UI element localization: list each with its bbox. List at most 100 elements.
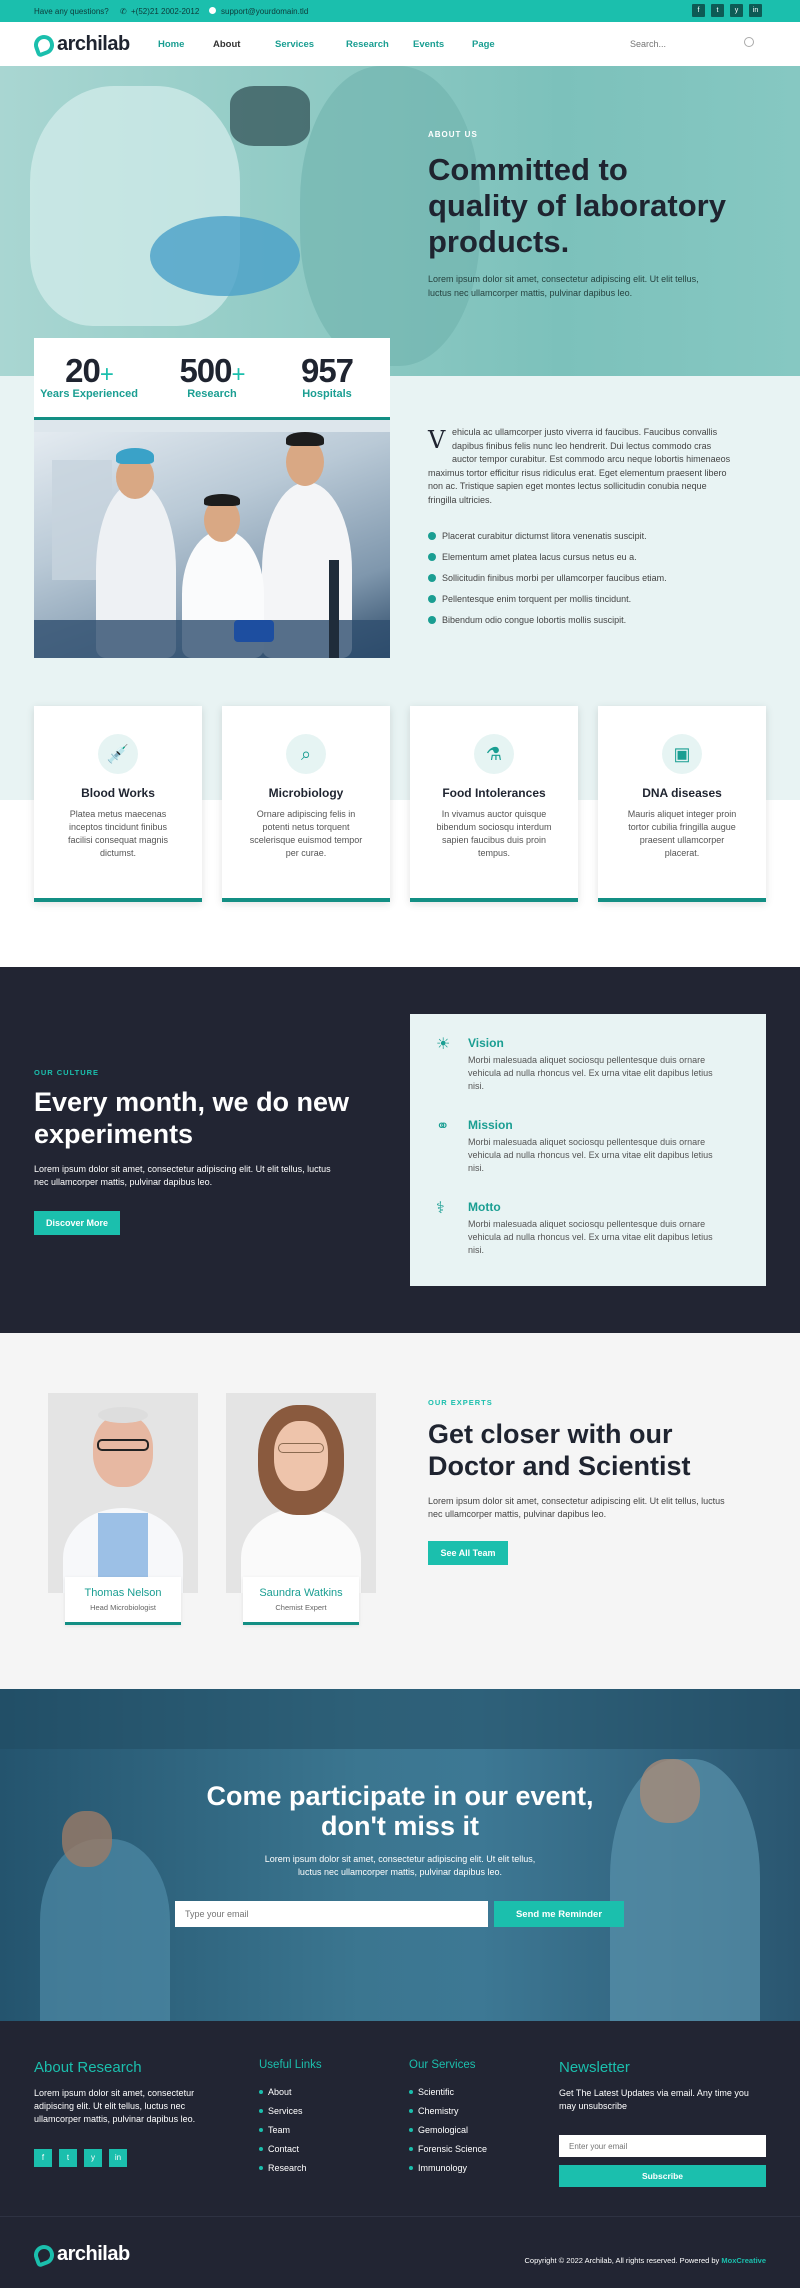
syringe-icon: 💉 xyxy=(98,734,138,774)
event-email-input[interactable] xyxy=(175,1901,488,1927)
team-card-thomas[interactable]: Thomas Nelson Head Microbiologist xyxy=(65,1577,181,1625)
experts-title-line: Doctor and Scientist xyxy=(428,1451,691,1481)
footer-facebook-icon[interactable]: f xyxy=(34,2149,52,2167)
service-text: Platea metus maecenas inceptos tincidunt … xyxy=(54,808,182,860)
event-text-line: luctus nec ullamcorper mattis, pulvinar … xyxy=(297,1867,503,1877)
powered-by-link[interactable]: MoxCreative xyxy=(721,2256,766,2265)
newsletter-line: may unsubscribe xyxy=(559,2101,628,2111)
nav-about[interactable]: About xyxy=(213,39,240,50)
linkedin-icon[interactable]: in xyxy=(749,4,762,17)
footer-link[interactable]: Team xyxy=(259,2125,307,2135)
service-card-microbiology[interactable]: ⌕ Microbiology Ornare adipiscing felis i… xyxy=(222,706,390,902)
nav-research[interactable]: Research xyxy=(346,39,389,50)
service-line: dictumst. xyxy=(99,848,136,858)
facebook-icon[interactable]: f xyxy=(692,4,705,17)
team-role: Head Microbiologist xyxy=(90,1603,156,1612)
check-item: Elementum amet platea lacus cursus netus… xyxy=(428,552,667,562)
footer-links-list: About Services Team Contact Research xyxy=(259,2087,307,2182)
footer-link[interactable]: Research xyxy=(259,2163,307,2173)
logo[interactable]: archilab xyxy=(31,31,130,58)
hero-text: Lorem ipsum dolor sit amet, consectetur … xyxy=(428,272,699,300)
about-line: fringilla ultricies. xyxy=(428,494,493,505)
value-line: vehicula ad nulla rhoncus vel. Ex urna v… xyxy=(468,1232,713,1242)
footer-link[interactable]: Services xyxy=(259,2106,307,2116)
footer-youtube-icon[interactable]: y xyxy=(84,2149,102,2167)
service-line: inceptos tincidunt finibus xyxy=(68,822,168,832)
service-card-food-intolerances[interactable]: ⚗ Food Intolerances In vivamus auctor qu… xyxy=(410,706,578,902)
send-reminder-button[interactable]: Send me Reminder xyxy=(494,1901,624,1927)
discover-more-button[interactable]: Discover More xyxy=(34,1211,120,1235)
footer-services-title: Our Services xyxy=(409,2059,476,2071)
hero-text-line: Lorem ipsum dolor sit amet, consectetur … xyxy=(428,274,699,284)
footer-service-link[interactable]: Forensic Science xyxy=(409,2144,487,2154)
search-icon[interactable] xyxy=(744,37,754,47)
footer-link[interactable]: Contact xyxy=(259,2144,307,2154)
footer-twitter-icon[interactable]: t xyxy=(59,2149,77,2167)
see-all-team-button[interactable]: See All Team xyxy=(428,1541,508,1565)
service-text: Ornare adipiscing felis in potenti netus … xyxy=(242,808,370,860)
culture-title-line: experiments xyxy=(34,1119,194,1149)
service-card-blood-works[interactable]: 💉 Blood Works Platea metus maecenas incep… xyxy=(34,706,202,902)
culture-title-line: Every month, we do new xyxy=(34,1087,350,1117)
newsletter-line: Get The Latest Updates via email. Any ti… xyxy=(559,2088,749,2098)
team-card-saundra[interactable]: Saundra Watkins Chemist Expert xyxy=(243,1577,359,1625)
footer-about-text: Lorem ipsum dolor sit amet, consectetur … xyxy=(34,2087,195,2126)
newsletter-email-input[interactable] xyxy=(559,2135,766,2157)
topbar-email[interactable]: support@yourdomain.tld xyxy=(221,7,308,16)
service-title: DNA diseases xyxy=(642,786,722,800)
value-line: vehicula ad nulla rhoncus vel. Ex urna v… xyxy=(468,1068,713,1078)
value-line: nisi. xyxy=(468,1245,485,1255)
hero-title-line: Committed to xyxy=(428,152,628,187)
footer-service-link[interactable]: Immunology xyxy=(409,2163,487,2173)
footer-link[interactable]: About xyxy=(259,2087,307,2097)
footer-service-link[interactable]: Chemistry xyxy=(409,2106,487,2116)
nav-services[interactable]: Services xyxy=(275,39,314,50)
service-card-dna-diseases[interactable]: ▣ DNA diseases Mauris aliquet integer pr… xyxy=(598,706,766,902)
value-text: Morbi malesuada aliquet sociosqu pellent… xyxy=(468,1136,758,1175)
nav-events[interactable]: Events xyxy=(413,39,444,50)
value-title: Motto xyxy=(468,1200,501,1214)
service-title: Microbiology xyxy=(268,786,344,800)
about-line: dapibus finibus felis nunc leo hendrerit… xyxy=(452,440,712,451)
search-input[interactable] xyxy=(630,34,758,54)
email-icon xyxy=(209,7,216,14)
culture-text-line: Lorem ipsum dolor sit amet, consectetur … xyxy=(34,1164,331,1174)
footer-newsletter-title: Newsletter xyxy=(559,2059,630,2076)
doctor-photo-saundra xyxy=(226,1393,376,1593)
service-line: potenti netus torquent xyxy=(262,822,350,832)
event-title: Come participate in our event, don't mis… xyxy=(0,1781,800,1841)
topbar-phone[interactable]: +(52)21 2002-2012 xyxy=(131,7,199,16)
culture-title: Every month, we do new experiments xyxy=(34,1086,349,1150)
footer-service-link[interactable]: Scientific xyxy=(409,2087,487,2097)
event-text-line: Lorem ipsum dolor sit amet, consectetur … xyxy=(264,1854,536,1864)
nav-home[interactable]: Home xyxy=(158,39,184,50)
footer-service-link[interactable]: Gemological xyxy=(409,2125,487,2135)
subscribe-button[interactable]: Subscribe xyxy=(559,2165,766,2187)
stat-label: Research xyxy=(187,388,237,400)
copyright-text: Copyright © 2022 Archilab, All rights re… xyxy=(524,2256,720,2265)
service-line: placerat. xyxy=(664,848,700,858)
experts-text-line: Lorem ipsum dolor sit amet, consectetur … xyxy=(428,1496,725,1506)
nav-page[interactable]: Page xyxy=(472,39,495,50)
check-item: Pellentesque enim torquent per mollis ti… xyxy=(428,594,667,604)
footer-logo[interactable]: archilab xyxy=(31,2241,130,2268)
logo-mark-icon xyxy=(31,2241,57,2268)
service-line: per curae. xyxy=(285,848,327,858)
youtube-icon[interactable]: y xyxy=(730,4,743,17)
twitter-icon[interactable]: t xyxy=(711,4,724,17)
check-item: Bibendum odio congue lobortis mollis sus… xyxy=(428,615,667,625)
value-line: nisi. xyxy=(468,1081,485,1091)
stats-box: 20+ Years Experienced 500+ Research 957 … xyxy=(34,338,390,420)
footer-linkedin-icon[interactable]: in xyxy=(109,2149,127,2167)
footer-about-line: Lorem ipsum dolor sit amet, consectetur xyxy=(34,2088,195,2098)
footer-services-list: Scientific Chemistry Gemological Forensi… xyxy=(409,2087,487,2182)
experts-eyebrow: OUR EXPERTS xyxy=(428,1398,493,1407)
topbar-question: Have any questions? xyxy=(34,7,109,16)
top-bar: Have any questions? ✆ +(52)21 2002-2012 … xyxy=(0,0,800,22)
hero-title-line: products. xyxy=(428,224,570,259)
experts-title: Get closer with our Doctor and Scientist xyxy=(428,1418,691,1482)
team-role: Chemist Expert xyxy=(275,1603,327,1612)
value-title: Vision xyxy=(468,1036,504,1050)
experts-text: Lorem ipsum dolor sit amet, consectetur … xyxy=(428,1495,725,1521)
event-title-line: don't miss it xyxy=(321,1811,479,1841)
